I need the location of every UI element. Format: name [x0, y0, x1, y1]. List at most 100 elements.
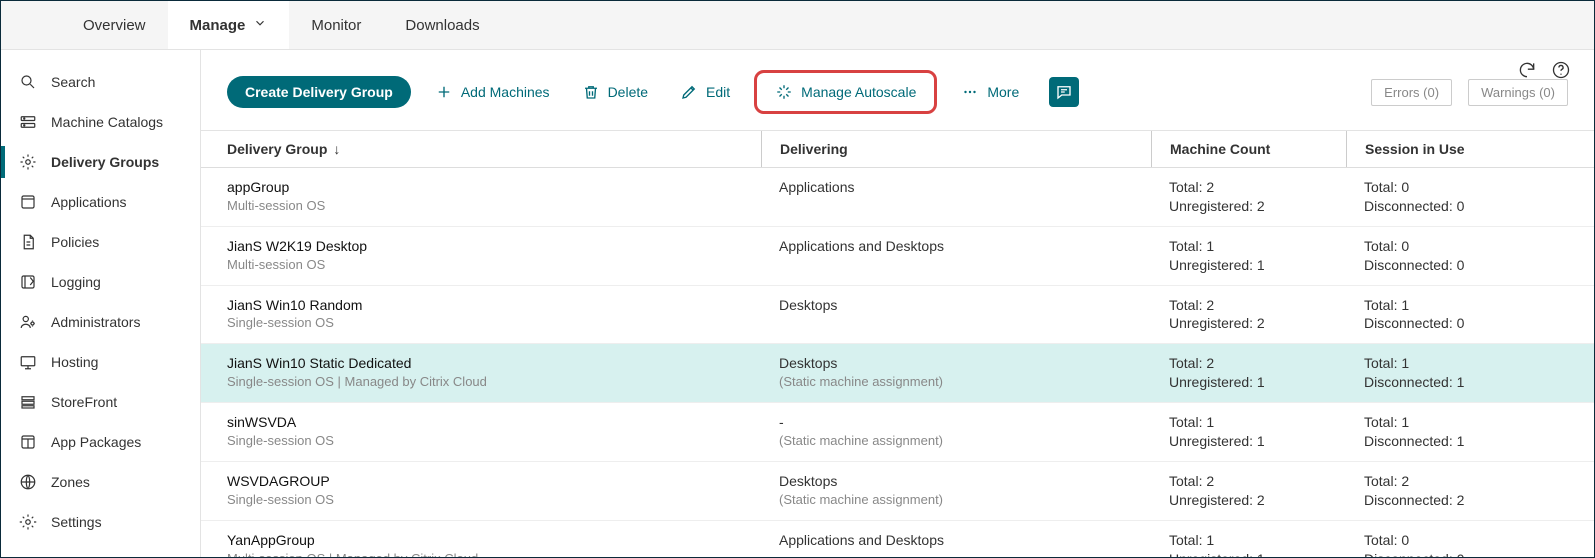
sidebar-item-machine-catalogs[interactable]: Machine Catalogs — [1, 102, 200, 142]
mc-total: Total: 2 — [1169, 472, 1328, 491]
mc-unreg: Unregistered: 1 — [1169, 256, 1328, 275]
storefront-icon — [19, 393, 37, 411]
dg-subtitle: Multi-session OS — [227, 256, 743, 274]
add-machines-button[interactable]: Add Machines — [427, 77, 558, 107]
col-delivering[interactable]: Delivering — [761, 131, 1151, 167]
chat-icon — [1055, 83, 1073, 101]
refresh-icon[interactable] — [1517, 60, 1537, 83]
dots-icon — [961, 83, 979, 101]
sidebar-item-settings[interactable]: Settings — [1, 502, 200, 542]
more-button[interactable]: More — [953, 77, 1027, 107]
sidebar-item-label: Search — [51, 74, 95, 90]
mc-total: Total: 1 — [1169, 413, 1328, 432]
mc-unreg: Unregistered: 2 — [1169, 314, 1328, 333]
mc-total: Total: 2 — [1169, 354, 1328, 373]
autoscale-icon — [775, 83, 793, 101]
sidebar-item-logging[interactable]: Logging — [1, 262, 200, 302]
table-row[interactable]: sinWSVDASingle-session OS-(Static machin… — [201, 403, 1594, 462]
dg-name: sinWSVDA — [227, 413, 743, 432]
hosting-icon — [19, 353, 37, 371]
delete-button[interactable]: Delete — [574, 77, 656, 107]
dg-name: JianS W2K19 Desktop — [227, 237, 743, 256]
toolbar: Create Delivery Group Add Machines Delet… — [201, 50, 1594, 130]
sidebar-item-label: Delivery Groups — [51, 154, 159, 170]
mc-unreg: Unregistered: 1 — [1169, 373, 1328, 392]
tab-monitor[interactable]: Monitor — [289, 1, 383, 49]
sidebar-item-search[interactable]: Search — [1, 62, 200, 102]
mc-unreg: Unregistered: 2 — [1169, 491, 1328, 510]
table-row[interactable]: JianS Win10 Static DedicatedSingle-sessi… — [201, 344, 1594, 403]
delivering-sub: (Static machine assignment) — [779, 491, 1133, 509]
table-row[interactable]: JianS W2K19 DesktopMulti-session OS Appli… — [201, 227, 1594, 286]
tab-overview[interactable]: Overview — [61, 1, 168, 49]
session-total: Total: 0 — [1364, 237, 1548, 256]
col-delivery-group[interactable]: Delivery Group↓ — [201, 131, 761, 167]
dg-subtitle: Single-session OS — [227, 432, 743, 450]
delete-label: Delete — [608, 84, 648, 100]
warnings-label: Warnings (0) — [1481, 85, 1555, 100]
delivery-icon — [19, 153, 37, 171]
sidebar-item-label: Applications — [51, 194, 127, 210]
autoscale-label: Manage Autoscale — [801, 84, 916, 100]
table-row[interactable]: appGroupMulti-session OSApplicationsTota… — [201, 168, 1594, 227]
dg-subtitle: Single-session OS — [227, 491, 743, 509]
col-delivering-label: Delivering — [780, 141, 848, 157]
more-label: More — [987, 84, 1019, 100]
dg-name: appGroup — [227, 178, 743, 197]
errors-pill[interactable]: Errors (0) — [1371, 79, 1452, 106]
sidebar-item-app-packages[interactable]: App Packages — [1, 422, 200, 462]
search-icon — [19, 73, 37, 91]
manage-autoscale-button[interactable]: Manage Autoscale — [767, 77, 924, 107]
trash-icon — [582, 83, 600, 101]
delivering-value: Desktops — [779, 354, 1133, 373]
tab-manage[interactable]: Manage — [168, 1, 290, 49]
delivering-value: Desktops — [779, 472, 1133, 491]
dg-name: JianS Win10 Random — [227, 296, 743, 315]
delivering-value: Applications — [779, 178, 1133, 197]
sidebar-item-label: StoreFront — [51, 394, 117, 410]
col-group-label: Delivery Group — [227, 141, 327, 157]
tab-manage-label: Manage — [190, 17, 246, 34]
delivering-value: Desktops — [779, 296, 1133, 315]
create-delivery-group-button[interactable]: Create Delivery Group — [227, 76, 411, 108]
sidebar-item-applications[interactable]: Applications — [1, 182, 200, 222]
session-disc: Disconnected: 0 — [1364, 550, 1548, 557]
feedback-button[interactable] — [1049, 77, 1079, 107]
mc-total: Total: 1 — [1169, 531, 1328, 550]
delivering-value: Applications and Desktops — [779, 237, 1133, 256]
table-header-row: Delivery Group↓ Delivering Machine Count… — [201, 131, 1594, 168]
mc-unreg: Unregistered: 1 — [1169, 550, 1328, 557]
packages-icon — [19, 433, 37, 451]
table-row[interactable]: WSVDAGROUPSingle-session OS Desktops(Stat… — [201, 462, 1594, 521]
session-disc: Disconnected: 2 — [1364, 491, 1548, 510]
dg-name: WSVDAGROUP — [227, 472, 743, 491]
logging-icon — [19, 273, 37, 291]
sidebar-item-storefront[interactable]: StoreFront — [1, 382, 200, 422]
manage-autoscale-highlight: Manage Autoscale — [754, 70, 937, 114]
table-row[interactable]: YanAppGroupMulti-session OS | Managed by… — [201, 521, 1594, 557]
sidebar-item-hosting[interactable]: Hosting — [1, 342, 200, 382]
add-machines-label: Add Machines — [461, 84, 550, 100]
col-session[interactable]: Session in Use — [1346, 131, 1566, 167]
tab-downloads[interactable]: Downloads — [383, 1, 501, 49]
dg-subtitle: Single-session OS | Managed by Citrix Cl… — [227, 373, 743, 391]
edit-button[interactable]: Edit — [672, 77, 738, 107]
sidebar-item-label: Zones — [51, 474, 90, 490]
col-machine-count[interactable]: Machine Count — [1151, 131, 1346, 167]
table-row[interactable]: JianS Win10 RandomSingle-session OSDeskt… — [201, 286, 1594, 345]
session-disc: Disconnected: 0 — [1364, 314, 1548, 333]
create-label: Create Delivery Group — [245, 84, 393, 100]
col-session-label: Session in Use — [1365, 141, 1465, 157]
sidebar-item-delivery-groups[interactable]: Delivery Groups — [1, 142, 200, 182]
sidebar-item-zones[interactable]: Zones — [1, 462, 200, 502]
session-total: Total: 1 — [1364, 413, 1548, 432]
help-icon[interactable] — [1551, 60, 1571, 83]
delivering-sub: (Static machine assignment) — [779, 432, 1133, 450]
edit-label: Edit — [706, 84, 730, 100]
tab-overview-label: Overview — [83, 17, 146, 34]
settings-icon — [19, 513, 37, 531]
sidebar-item-administrators[interactable]: Administrators — [1, 302, 200, 342]
sidebar-item-policies[interactable]: Policies — [1, 222, 200, 262]
tab-monitor-label: Monitor — [311, 17, 361, 34]
mc-unreg: Unregistered: 1 — [1169, 432, 1328, 451]
